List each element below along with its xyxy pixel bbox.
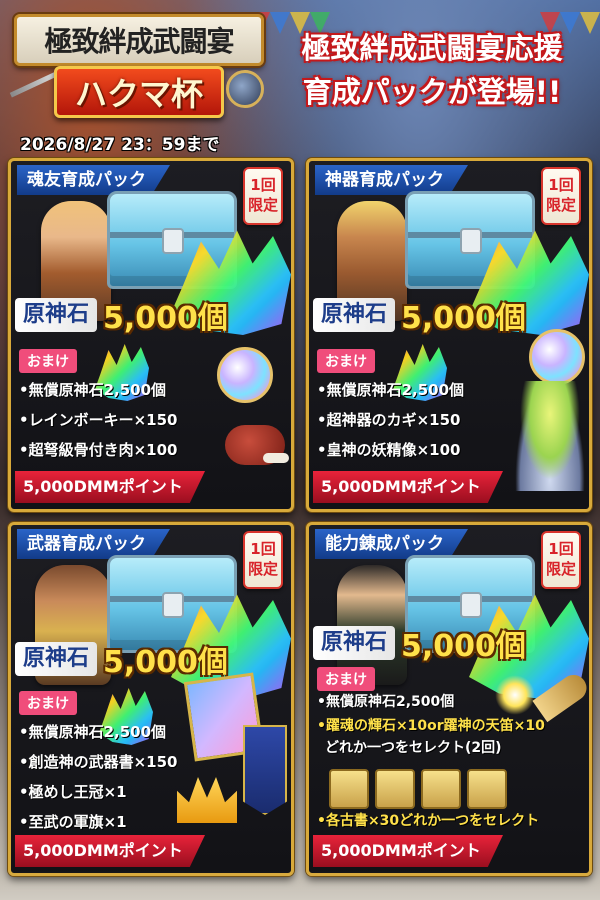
arena-floor xyxy=(0,870,600,900)
stone-row: 原神石 5,000個 xyxy=(15,639,228,680)
bonus-item: •至武の軍旗×1 xyxy=(19,813,127,831)
lock-icon xyxy=(460,228,482,254)
headline: 極致絆成武闘宴応援 育成パックが登場!! xyxy=(276,26,588,114)
stone-amount: 5,000個 xyxy=(103,301,228,336)
bonus-item: •超弩級骨付き肉×100 xyxy=(19,441,178,459)
bonus-item: •極めし王冠×1 xyxy=(19,783,127,801)
bonus-list: •無償原神石2,500個 •創造神の武器書×150 •極めし王冠×1 •至武の軍… xyxy=(19,717,177,837)
emblem-icon xyxy=(226,70,264,108)
lock-icon xyxy=(460,592,482,618)
logo-subtitle-plate: ハクマ杯 xyxy=(54,66,224,118)
stone-label: 原神石 xyxy=(15,642,98,676)
stone-label: 原神石 xyxy=(313,626,396,660)
pack-card-weapon[interactable]: 武器育成パック 1回限定 原神石 5,000個 おまけ •無償原神石2,500個… xyxy=(8,522,294,876)
bone-icon xyxy=(263,453,289,463)
bonus-item: •躍魂の輝石×10or躍神の天笛×10 xyxy=(317,718,545,734)
event-logo: 極致絆成武闘宴 ハクマ杯 xyxy=(9,14,264,126)
ancient-book-shield-icon xyxy=(375,769,415,809)
stone-label: 原神石 xyxy=(313,298,396,332)
pack-card-sacred-weapon[interactable]: 神器育成パック 1回限定 原神石 5,000個 おまけ •無償原神石2,500個… xyxy=(306,158,592,512)
bonus-item: •無償原神石2,500個 xyxy=(19,381,167,399)
stone-row: 原神石 5,000個 xyxy=(15,295,228,336)
bonus-tag: おまけ xyxy=(19,691,77,715)
lock-icon xyxy=(162,228,184,254)
bonus-item: •創造神の武器書×150 xyxy=(19,753,178,771)
sacred-key-icon xyxy=(529,329,585,385)
logo-title: 極致絆成武闘宴 xyxy=(44,25,234,58)
price-button[interactable]: 5,000DMMポイント xyxy=(313,835,503,867)
bonus-tag: おまけ xyxy=(19,349,77,373)
price-button[interactable]: 5,000DMMポイント xyxy=(15,471,205,503)
fairy-statue-icon xyxy=(515,381,585,491)
deadline-text: 2026/8/27 23：59まで xyxy=(20,135,220,155)
bonus-item: •無償原神石2,500個 xyxy=(19,723,167,741)
limited-badge: 1回限定 xyxy=(541,167,581,225)
logo-subtitle: ハクマ杯 xyxy=(74,75,203,113)
bonus-item: •レインボーキー×150 xyxy=(19,411,178,429)
stone-row: 原神石 5,000個 xyxy=(313,623,526,664)
headline-line-1: 極致絆成武闘宴応援 xyxy=(301,31,563,65)
pack-card-soul-friend[interactable]: 魂友育成パック 1回限定 原神石 5,000個 おまけ •無償原神石2,500個… xyxy=(8,158,294,512)
limited-badge: 1回限定 xyxy=(243,531,283,589)
stone-amount: 5,000個 xyxy=(401,301,526,336)
ancient-book-handshake-icon xyxy=(421,769,461,809)
bonus-item: •無償原神石2,500個 xyxy=(317,694,455,710)
ancient-book-sword-icon xyxy=(329,769,369,809)
headline-line-2: 育成パックが登場!! xyxy=(302,75,562,109)
stone-amount: 5,000個 xyxy=(401,629,526,664)
bonus-item: どれか一つをセレクト(2回) xyxy=(325,740,502,756)
logo-title-plate: 極致絆成武闘宴 xyxy=(14,14,264,66)
stone-row: 原神石 5,000個 xyxy=(313,295,526,336)
bonus-item: •超神器のカギ×150 xyxy=(317,411,461,429)
crown-icon xyxy=(177,777,237,823)
ancient-book-swirl-icon xyxy=(467,769,507,809)
bonus-list: •無償原神石2,500個 •レインボーキー×150 •超弩級骨付き肉×100 xyxy=(19,375,177,465)
bonus-item: •各古書×30どれか一つをセレクト xyxy=(317,813,540,829)
price-button[interactable]: 5,000DMMポイント xyxy=(15,835,205,867)
limited-badge: 1回限定 xyxy=(541,531,581,589)
stone-label: 原神石 xyxy=(15,298,98,332)
bonus-item: •皇神の妖精像×100 xyxy=(317,441,461,459)
bonus-tag: おまけ xyxy=(317,667,375,691)
bonus-item: •無償原神石2,500個 xyxy=(317,381,465,399)
stone-amount: 5,000個 xyxy=(103,645,228,680)
war-banner-icon xyxy=(243,725,287,815)
lock-icon xyxy=(162,592,184,618)
bonus-list: •無償原神石2,500個 •躍魂の輝石×10or躍神の天笛×10 どれか一つをセ… xyxy=(317,689,545,759)
limited-badge: 1回限定 xyxy=(243,167,283,225)
rainbow-key-icon xyxy=(217,347,273,403)
bonus-list: •無償原神石2,500個 •超神器のカギ×150 •皇神の妖精像×100 xyxy=(317,375,464,465)
bonus-list-2: •各古書×30どれか一つをセレクト xyxy=(317,809,539,833)
pack-card-ability[interactable]: 能力錬成パック 1回限定 原神石 5,000個 おまけ •無償原神石2,500個… xyxy=(306,522,592,876)
price-button[interactable]: 5,000DMMポイント xyxy=(313,471,503,503)
bonus-tag: おまけ xyxy=(317,349,375,373)
